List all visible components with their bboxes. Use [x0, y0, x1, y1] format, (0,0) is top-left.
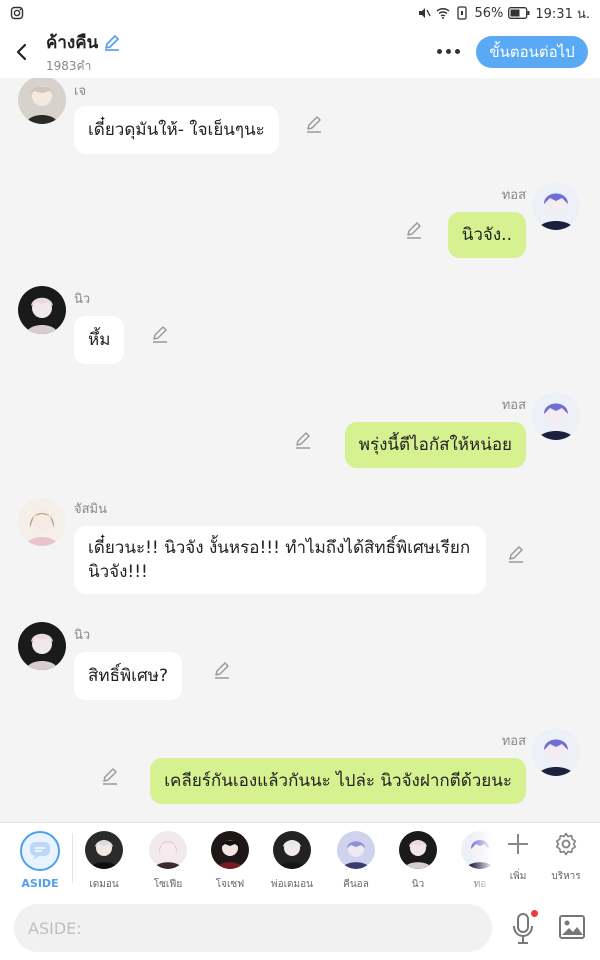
message-bubble[interactable]: เดี๋ยวดุมันให้- ใจเย็นๆนะ	[74, 106, 279, 154]
character-avatar	[273, 831, 311, 869]
sender-name: ทอส	[501, 188, 526, 203]
data-icon	[457, 6, 468, 20]
message-bubble[interactable]: สิทธิ์พิเศษ?	[74, 652, 182, 700]
page-title: ค้างคืน	[46, 32, 99, 53]
next-step-button[interactable]: ขั้นตอนต่อไป	[476, 36, 588, 68]
word-count: 1983คำ	[46, 58, 92, 73]
title-block: ค้างคืน 1983คำ	[46, 29, 122, 76]
sender-name: นิว	[74, 292, 91, 307]
edit-message-icon[interactable]	[404, 220, 424, 240]
character-name: โซเฟีย	[153, 879, 183, 890]
message-bubble[interactable]: นิวจัง..	[447, 212, 526, 258]
aside-label: ASIDE	[21, 877, 59, 890]
avatar[interactable]	[532, 182, 580, 230]
message-bubble[interactable]: เดี๋ยวนะ!! นิวจัง งั้นหรอ!!! ทำไมถึงได้ส…	[74, 526, 486, 594]
character-item[interactable]: โจเซฟ	[200, 831, 260, 892]
sender-name: เจ	[74, 84, 87, 99]
avatar[interactable]	[18, 498, 66, 546]
plus-icon	[508, 834, 528, 854]
chat-bubble-icon	[30, 842, 50, 860]
message-bubble[interactable]: หึ้ม	[74, 316, 125, 364]
character-name: นิว	[411, 879, 425, 890]
sender-name: จัสมิน	[74, 502, 108, 517]
edit-message-icon[interactable]	[100, 766, 120, 786]
edit-message-icon[interactable]	[506, 544, 526, 564]
more-options-button[interactable]	[428, 36, 468, 66]
edit-message-icon[interactable]	[304, 114, 324, 134]
manage-label: บริหาร	[551, 871, 581, 882]
message-bubble[interactable]: เคลียร์กันเองแล้วกันนะ ไปล่ะ นิวจังฝากตี…	[150, 758, 526, 804]
edit-message-icon[interactable]	[293, 430, 313, 450]
character-name: โจเซฟ	[215, 879, 245, 890]
character-name: เดมอน	[89, 879, 119, 890]
image-icon	[559, 915, 585, 939]
character-bar: ASIDE เดมอน โซเฟีย โจเซฟ พ่อเดมอน คีนอล …	[0, 822, 600, 894]
sender-name: ทอส	[501, 734, 526, 749]
chevron-left-icon	[16, 43, 27, 61]
avatar[interactable]	[18, 286, 66, 334]
header: ค้างคืน 1983คำ ขั้นตอนต่อไป	[0, 26, 600, 78]
character-name: พ่อเดมอน	[271, 879, 313, 890]
microphone-button[interactable]	[510, 910, 540, 946]
notification-dot	[531, 910, 538, 917]
sender-name: ทอส	[501, 398, 526, 413]
status-bar: 56% 19:31 น.	[0, 0, 600, 26]
battery-icon	[508, 7, 530, 19]
character-item[interactable]: พ่อเดมอน	[262, 831, 322, 892]
edit-title-icon[interactable]	[102, 32, 122, 52]
input-bar	[0, 894, 600, 960]
avatar[interactable]	[18, 622, 66, 670]
instagram-icon	[10, 6, 24, 20]
sender-name: นิว	[74, 628, 91, 643]
avatar[interactable]	[18, 78, 66, 124]
edit-message-icon[interactable]	[212, 660, 232, 680]
wifi-icon	[437, 8, 450, 19]
character-avatar	[337, 831, 375, 869]
character-avatar	[85, 831, 123, 869]
clock: 19:31 น.	[535, 6, 590, 22]
chat-area[interactable]: เจ เดี๋ยวดุมันให้- ใจเย็นๆนะ ทอส นิวจัง.…	[0, 78, 600, 822]
back-button[interactable]	[4, 32, 40, 72]
character-item[interactable]: โซเฟีย	[138, 831, 198, 892]
divider	[72, 833, 73, 883]
aside-button[interactable]: ASIDE	[10, 831, 70, 890]
avatar[interactable]	[532, 728, 580, 776]
character-name: คีนอล	[343, 879, 369, 890]
character-item[interactable]: นิว	[388, 831, 448, 892]
scroll-fade	[470, 823, 494, 893]
character-avatar	[149, 831, 187, 869]
manage-button[interactable]: บริหาร	[542, 831, 590, 884]
image-button[interactable]	[558, 914, 586, 940]
character-item[interactable]: เดมอน	[74, 831, 134, 892]
gear-icon	[555, 832, 577, 856]
aside-input[interactable]	[14, 904, 492, 952]
edit-message-icon[interactable]	[150, 324, 170, 344]
character-item[interactable]: คีนอล	[326, 831, 386, 892]
avatar[interactable]	[532, 392, 580, 440]
add-label: เพิ่ม	[509, 871, 527, 882]
battery-percent: 56%	[474, 5, 504, 21]
character-avatar	[399, 831, 437, 869]
character-avatar	[211, 831, 249, 869]
add-character-button[interactable]: เพิ่ม	[494, 831, 542, 884]
mute-icon	[419, 8, 432, 18]
message-bubble[interactable]: พรุ่งนี้ตีไอกัสให้หน่อย	[344, 422, 526, 468]
